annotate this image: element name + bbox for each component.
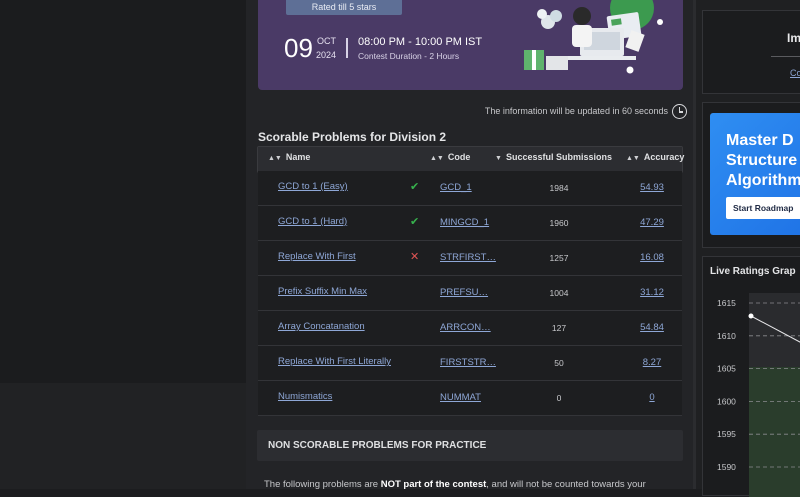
problem-code-link[interactable]: STRFIRST… xyxy=(440,252,500,263)
table-row: Array Concatanation ARRCON… 127 54.84 xyxy=(258,311,682,346)
submission-count: 1004 xyxy=(549,288,569,298)
graph-tick-label: 1600 xyxy=(717,396,736,406)
submission-count: 1960 xyxy=(549,218,569,228)
clock-icon xyxy=(672,104,687,119)
table-row: Replace With First Literally FIRSTSTR… 50 8… xyxy=(258,346,682,381)
problem-name-link[interactable]: Array Concatanation xyxy=(278,321,365,332)
solved-check-icon: ✔ xyxy=(410,181,420,193)
contest-time: 08:00 PM - 10:00 PM IST xyxy=(358,36,483,48)
table-row: Prefix Suffix Min Max PREFSU… 1004 31.12 xyxy=(258,276,682,311)
nonscorable-note: The following problems are NOT part of t… xyxy=(264,479,646,490)
problem-code-link[interactable]: GCD_1 xyxy=(440,182,500,193)
update-info: The information will be updated in 60 se… xyxy=(484,106,668,116)
submission-count: 0 xyxy=(556,393,562,403)
ad-heading: Master D Structure Algorithm xyxy=(726,132,800,189)
contest-duration: Contest Duration - 2 Hours xyxy=(358,51,460,61)
problem-code-link[interactable]: ARRCON… xyxy=(440,322,500,333)
problem-code-link[interactable]: PREFSU… xyxy=(440,287,500,298)
wrong-cross-icon: ✕ xyxy=(410,251,420,263)
table-row: Replace With First ✕ STRFIRST… 1257 16.08 xyxy=(258,241,682,276)
header-subs[interactable]: ▼ Successful Submissions xyxy=(495,152,612,162)
submission-count: 1257 xyxy=(549,253,569,263)
start-roadmap-button[interactable]: Start Roadmap xyxy=(726,197,800,219)
problem-name-link[interactable]: Prefix Suffix Min Max xyxy=(278,286,367,297)
graph-area xyxy=(749,367,800,497)
submission-count: 127 xyxy=(551,323,567,333)
card-title: Im xyxy=(787,31,800,45)
problem-name-link[interactable]: Replace With First Literally xyxy=(278,356,391,367)
rated-badge: Rated till 5 stars xyxy=(286,0,402,15)
accuracy-link[interactable]: 47.29 xyxy=(620,217,684,228)
table-row: Numismatics NUMMAT 0 0 xyxy=(258,381,682,416)
accuracy-link[interactable]: 0 xyxy=(620,392,684,403)
ratings-graph: 1615 1610 1605 1600 1595 1590 xyxy=(717,293,800,497)
table-row: GCD to 1 (Hard) ✔ MINGCD_1 1960 47.29 xyxy=(258,206,682,241)
graph-tick-label: 1610 xyxy=(717,331,736,341)
nonscorable-title: NON SCORABLE PROBLEMS FOR PRACTICE xyxy=(268,440,487,451)
graph-tick-label: 1615 xyxy=(717,298,736,308)
submission-count: 50 xyxy=(554,358,564,368)
left-pane xyxy=(0,0,246,489)
submission-count: 1984 xyxy=(549,183,569,193)
graph-tick-label: 1605 xyxy=(717,364,736,374)
contest-banner: Rated till 5 stars 09 OCT 2024 08:00 PM … xyxy=(258,0,683,90)
problem-name-link[interactable]: GCD to 1 (Hard) xyxy=(278,216,347,227)
problem-code-link[interactable]: NUMMAT xyxy=(440,392,500,403)
sort-icon: ▲▼ xyxy=(430,155,444,162)
sort-icon: ▲▼ xyxy=(268,155,282,162)
nonscorable-header[interactable]: NON SCORABLE PROBLEMS FOR PRACTICE xyxy=(257,430,683,461)
problem-name-link[interactable]: Numismatics xyxy=(278,391,332,402)
roadmap-ad[interactable]: Master D Structure Algorithm Start Roadm… xyxy=(710,113,800,235)
contest-year: 2024 xyxy=(316,50,337,60)
problem-name-link[interactable]: Replace With First xyxy=(278,251,356,262)
table-row: GCD to 1 (Easy) ✔ GCD_1 1984 54.93 xyxy=(258,171,682,206)
accuracy-link[interactable]: 16.08 xyxy=(620,252,684,263)
sort-icon: ▲▼ xyxy=(626,155,640,162)
problem-code-link[interactable]: FIRSTSTR… xyxy=(440,357,500,368)
contest-day: 09 xyxy=(284,33,313,63)
contest-month: OCT xyxy=(317,36,336,46)
card-link[interactable]: Co xyxy=(790,68,800,78)
coder-illustration xyxy=(524,0,663,74)
date-separator xyxy=(346,38,348,58)
accuracy-link[interactable]: 54.93 xyxy=(620,182,684,193)
solved-check-icon: ✔ xyxy=(410,216,420,228)
live-ratings-card: Live Ratings Grap 1615 1610 1605 1600 1595 15… xyxy=(702,256,800,497)
problem-code-link[interactable]: MINGCD_1 xyxy=(440,217,500,228)
graph-tick-label: 1590 xyxy=(717,462,736,472)
header-name[interactable]: ▲▼ Name xyxy=(268,152,310,162)
sidebar-ad-card: Master D Structure Algorithm Start Roadm… xyxy=(702,102,800,248)
header-accuracy[interactable]: ▲▼ Accuracy xyxy=(626,152,684,162)
section-title: Scorable Problems for Division 2 xyxy=(258,130,447,144)
sidebar-card-top: Im Co xyxy=(702,10,800,94)
card-underline xyxy=(771,56,800,57)
graph-tick-label: 1595 xyxy=(717,429,736,439)
problem-name-link[interactable]: GCD to 1 (Easy) xyxy=(278,181,348,192)
accuracy-link[interactable]: 54.84 xyxy=(620,322,684,333)
accuracy-link[interactable]: 8.27 xyxy=(620,357,684,368)
sort-down-icon: ▼ xyxy=(495,155,502,162)
graph-area-upper xyxy=(749,293,800,367)
header-code[interactable]: ▲▼ Code xyxy=(430,152,470,162)
accuracy-link[interactable]: 31.12 xyxy=(620,287,684,298)
left-pane-lower xyxy=(0,383,246,489)
rating-point xyxy=(748,313,754,319)
